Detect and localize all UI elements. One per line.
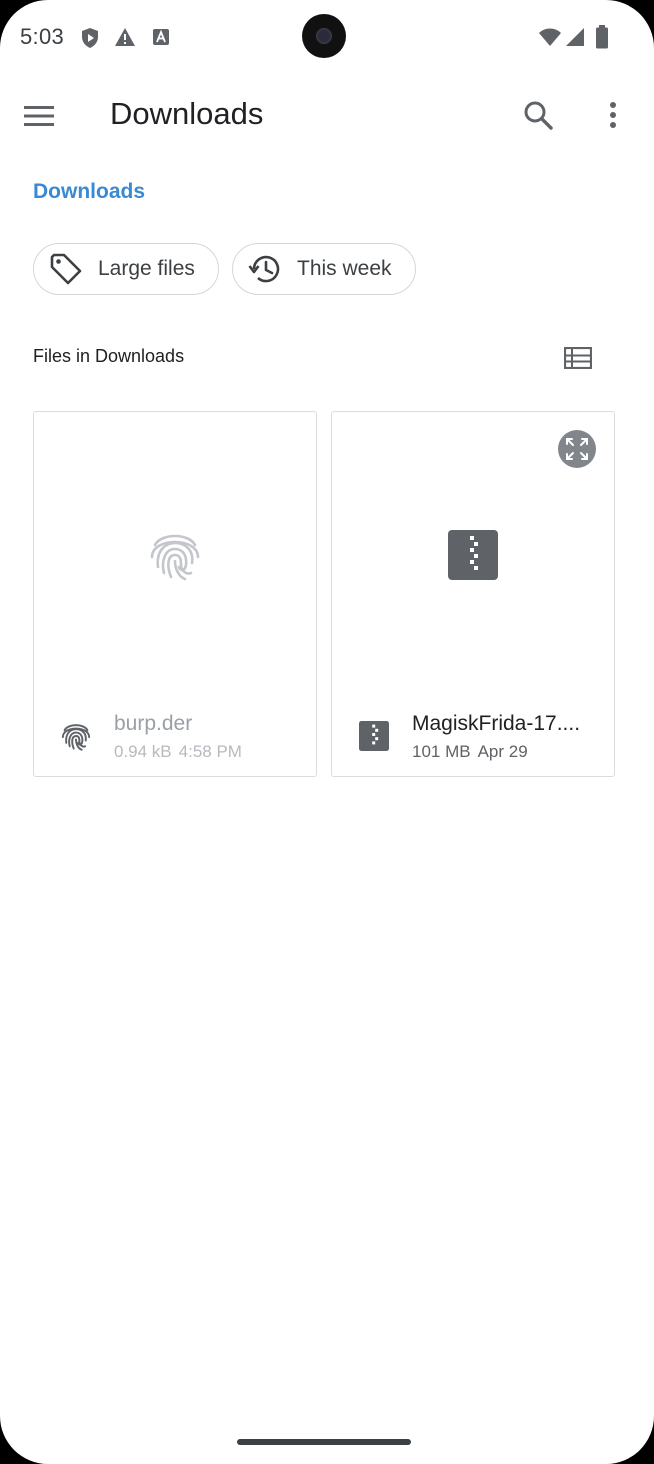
chip-this-week[interactable]: This week <box>232 243 416 295</box>
file-date: 4:58 PM <box>178 742 242 761</box>
cell-signal-icon <box>565 27 585 52</box>
page-title: Downloads <box>110 96 264 131</box>
app-bar: Downloads <box>0 78 654 154</box>
search-icon[interactable] <box>512 89 564 141</box>
chip-label: This week <box>297 257 392 280</box>
font-a-icon <box>152 28 170 51</box>
breadcrumb[interactable]: Downloads <box>33 180 145 204</box>
shield-play-icon <box>80 27 100 54</box>
zip-archive-icon <box>356 718 392 754</box>
gesture-nav-bar[interactable] <box>237 1439 411 1445</box>
status-bar: 5:03 <box>0 0 654 74</box>
zip-archive-icon <box>448 529 498 580</box>
file-meta: 0.94 kB 4:58 PM <box>114 742 242 762</box>
file-name: MagiskFrida-17.... <box>412 712 581 735</box>
chip-large-files[interactable]: Large files <box>33 243 219 295</box>
battery-icon <box>595 25 609 54</box>
more-vert-icon[interactable] <box>587 89 639 141</box>
file-thumbnail <box>332 412 614 697</box>
file-size: 0.94 kB <box>114 742 172 761</box>
fingerprint-icon <box>150 534 200 580</box>
file-card-magiskfrida[interactable]: MagiskFrida-17.... 101 MB Apr 29 <box>331 411 615 777</box>
file-meta: 101 MB Apr 29 <box>412 742 528 762</box>
history-icon <box>248 255 280 283</box>
file-thumbnail <box>34 412 316 697</box>
file-name: burp.der <box>114 712 193 735</box>
list-view-icon[interactable] <box>552 332 604 384</box>
chip-label: Large files <box>98 257 195 280</box>
wifi-icon <box>538 27 562 52</box>
phone-screen: 5:03 Downloads Downloads Large files Thi… <box>0 0 654 1464</box>
status-time: 5:03 <box>20 24 65 49</box>
section-title: Files in Downloads <box>33 346 185 366</box>
hamburger-menu-icon[interactable] <box>13 90 65 142</box>
file-card-burp-der[interactable]: burp.der 0.94 kB 4:58 PM <box>33 411 317 777</box>
tag-icon <box>50 253 82 285</box>
fingerprint-icon <box>58 718 94 754</box>
file-date: Apr 29 <box>477 742 528 761</box>
warning-icon <box>114 27 136 52</box>
file-size: 101 MB <box>412 742 471 761</box>
front-camera <box>302 14 346 58</box>
